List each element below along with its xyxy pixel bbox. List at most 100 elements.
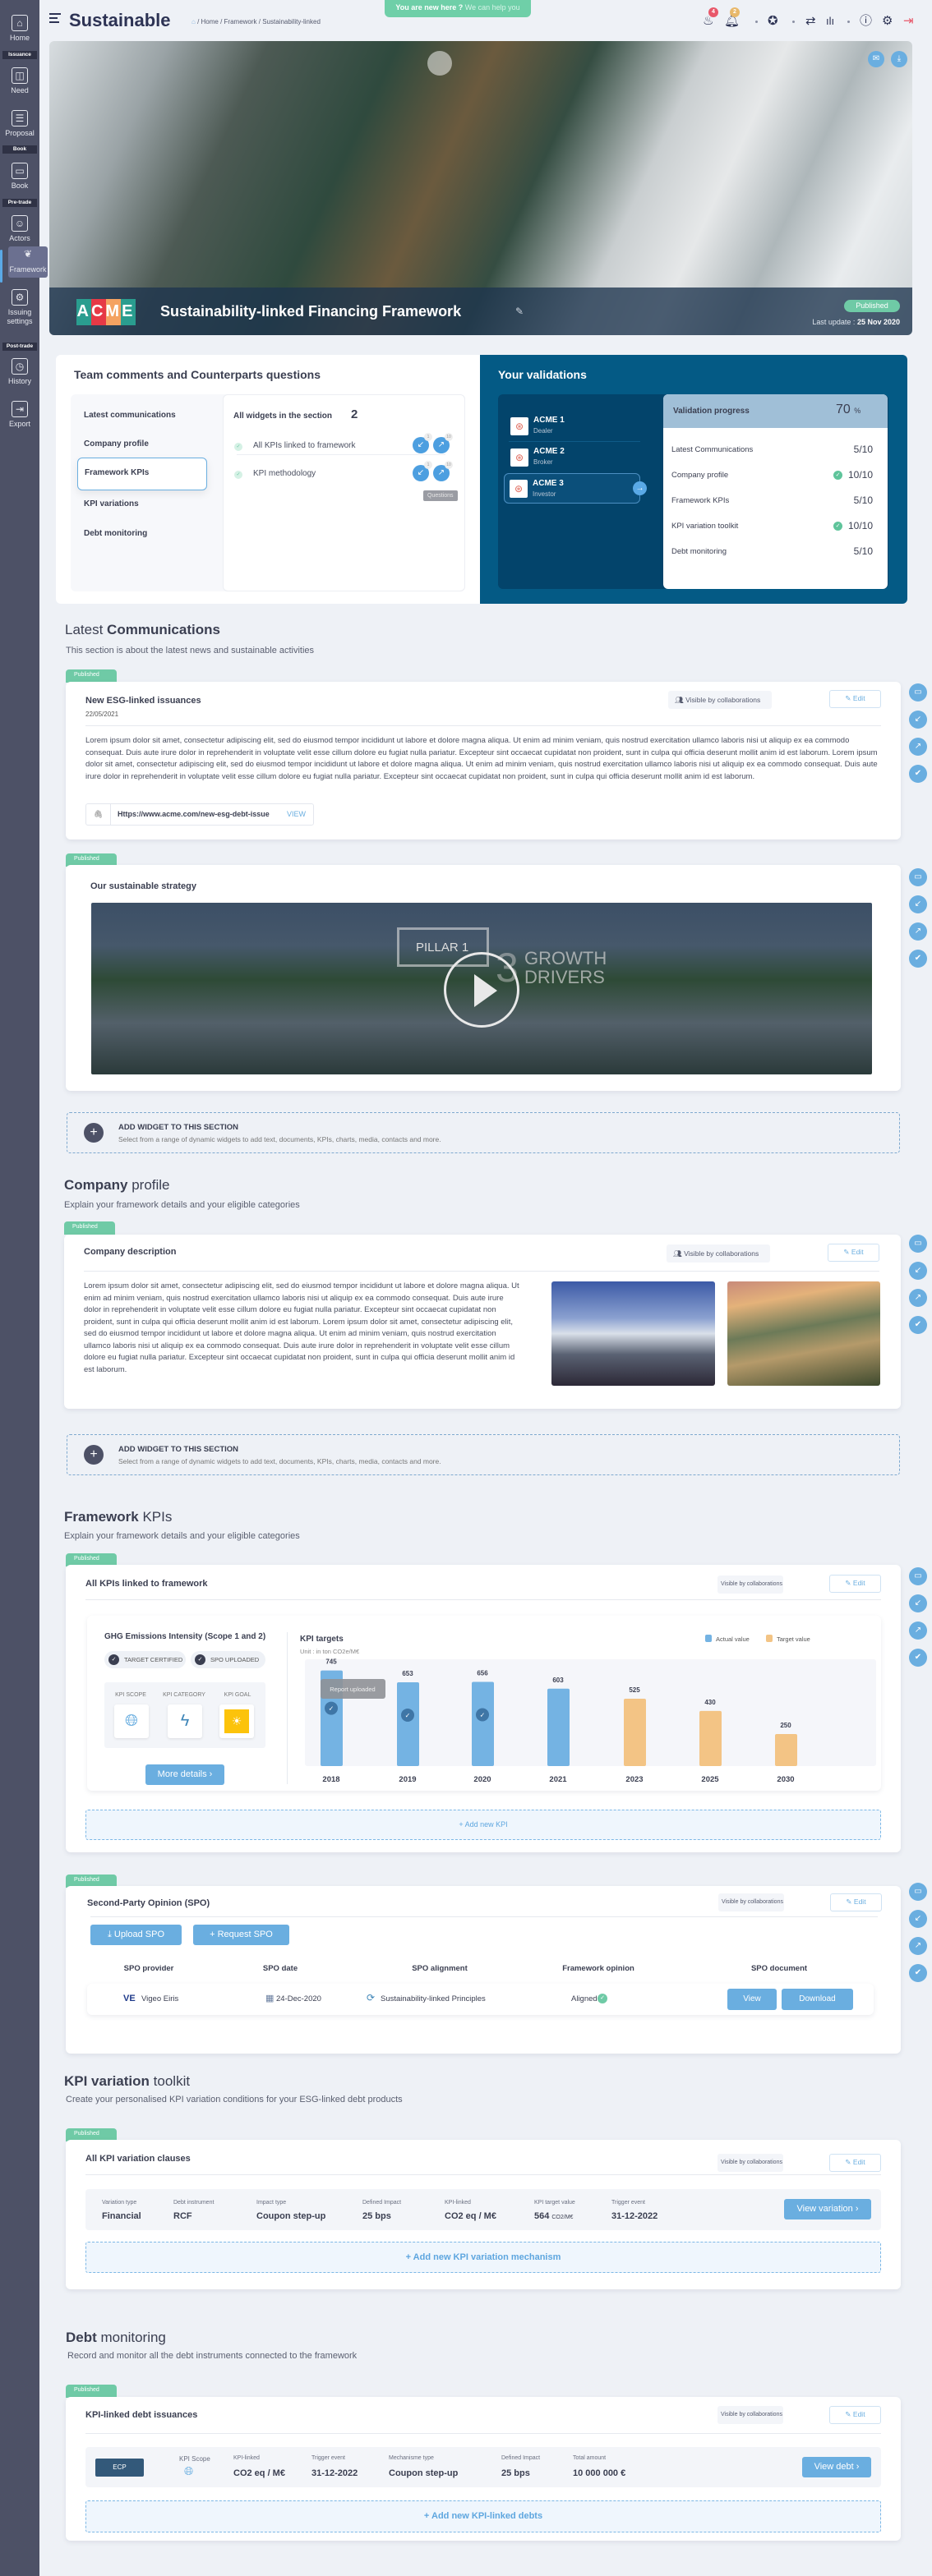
counterpart-acme-1[interactable]: ⊛ ACME 1 Dealer: [509, 414, 640, 442]
counterpart-acme-3[interactable]: ⊛ ACME 3 Investor →: [504, 473, 647, 504]
chart-subtitle: Unit : in ton CO2e/M€: [300, 1648, 360, 1655]
user-check-icon[interactable]: ✔: [909, 1649, 927, 1667]
edit-button[interactable]: ✎ Edit: [829, 1575, 881, 1593]
download-spo-button[interactable]: Download: [782, 1989, 853, 2010]
edit-button[interactable]: ✎ Edit: [829, 2406, 881, 2424]
comments-nav-kpi-variations[interactable]: KPI variations: [84, 499, 139, 508]
help-icon[interactable]: ⓘ: [860, 15, 872, 28]
question-out-icon[interactable]: ↗: [909, 1937, 927, 1955]
widget-icon[interactable]: ▭: [909, 1567, 927, 1585]
sidebar-item-framework[interactable]: ❦ Framework: [8, 246, 48, 274]
visibility-badge[interactable]: 👥︎ Visible by collaborations: [667, 1244, 770, 1263]
validation-row-value: 10/10: [847, 520, 873, 531]
edit-button[interactable]: ✎ Edit: [828, 1244, 879, 1262]
spo-row: VE Vigeo Eiris ▦ 24-Dec-2020 ⟳ Sustainab…: [87, 1984, 874, 2015]
widget-icon[interactable]: ▭: [909, 1235, 927, 1253]
download-icon[interactable]: ⤓: [891, 51, 907, 67]
widget-icon[interactable]: ▭: [909, 868, 927, 886]
link-url[interactable]: Https://www.acme.com/new-esg-debt-issue: [118, 804, 270, 825]
comment-in-icon[interactable]: ↙: [909, 1594, 927, 1612]
sidebar-item-issuing-settings[interactable]: ⚙ Issuing settings: [0, 289, 39, 326]
help-link[interactable]: We can help you: [465, 3, 520, 12]
user-check-icon[interactable]: ✔: [909, 1316, 927, 1334]
comments-nav-framework-kpis[interactable]: Framework KPIs: [77, 458, 207, 490]
counterpart-role: Dealer: [533, 427, 553, 435]
comments-nav-company-profile[interactable]: Company profile: [84, 439, 149, 448]
logout-icon[interactable]: ⇥: [903, 15, 914, 28]
counterpart-acme-2[interactable]: ⊛ ACME 2 Broker: [509, 445, 640, 470]
home-icon: ⌂: [12, 15, 28, 31]
visibility-badge[interactable]: Visible by collaborations: [717, 2406, 783, 2424]
view-variation-button[interactable]: View variation ›: [784, 2199, 871, 2220]
bar-2025: [699, 1710, 722, 1766]
arrow-right-icon[interactable]: →: [633, 481, 647, 495]
visibility-badge[interactable]: Visible by collaborations: [717, 1576, 783, 1594]
add-widget-title: ADD WIDGET TO THIS SECTION: [118, 1445, 239, 1454]
edit-button[interactable]: ✎ Edit: [830, 1893, 882, 1911]
user-check-icon[interactable]: ✔: [909, 950, 927, 968]
sidebar-item-label: Export: [8, 420, 30, 428]
comment-in-icon[interactable]: ↙: [909, 1262, 927, 1280]
help-banner[interactable]: You are new here ? We can help you: [385, 0, 531, 17]
view-spo-button[interactable]: View: [727, 1989, 777, 2010]
question-out-icon[interactable]: ↗: [909, 1289, 927, 1307]
widget-name[interactable]: KPI methodology: [253, 469, 316, 478]
add-debt-button[interactable]: + Add new KPI-linked debts: [85, 2500, 881, 2532]
question-out-icon[interactable]: ↗: [909, 922, 927, 941]
more-details-button[interactable]: More details ›: [145, 1764, 224, 1785]
add-widget-latest[interactable]: + ADD WIDGET TO THIS SECTION Select from…: [67, 1112, 900, 1153]
sidebar-item-proposal[interactable]: ☰ Proposal: [0, 110, 39, 138]
add-widget-company[interactable]: + ADD WIDGET TO THIS SECTION Select from…: [67, 1434, 900, 1475]
edit-button[interactable]: ✎ Edit: [829, 690, 881, 708]
widget-icon[interactable]: ▭: [909, 683, 927, 702]
video-player[interactable]: PILLAR 1 3 GROWTH DRIVERS: [91, 903, 872, 1074]
comment-in-icon[interactable]: ↙: [909, 895, 927, 913]
award-icon[interactable]: ✪: [768, 15, 778, 28]
sidebar-item-label: Need: [11, 86, 29, 94]
user-check-icon[interactable]: ✔: [909, 765, 927, 783]
comment-in-icon[interactable]: ↙: [909, 711, 927, 729]
kpi-category-label: KPI CATEGORY: [163, 1692, 205, 1698]
sidebar-item-export[interactable]: ⇥ Export: [0, 401, 39, 429]
link-attachment[interactable]: 🖇︎ Https://www.acme.com/new-esg-debt-iss…: [85, 803, 314, 826]
section-subtitle: Record and monitor all the debt instrume…: [67, 2351, 358, 2361]
comments-nav-latest-communications[interactable]: Latest communications: [84, 411, 176, 420]
sidebar-item-actors[interactable]: ☺ Actors: [0, 215, 39, 243]
play-icon[interactable]: [444, 952, 519, 1028]
view-link-button[interactable]: VIEW: [287, 804, 306, 825]
question-out-icon[interactable]: ↗: [909, 1622, 927, 1640]
view-debt-button[interactable]: View debt ›: [802, 2457, 871, 2477]
add-variation-button[interactable]: + Add new KPI variation mechanism: [85, 2242, 881, 2273]
user-check-icon[interactable]: ✔: [909, 1964, 927, 1982]
home-icon[interactable]: ⌂: [191, 18, 196, 25]
plus-icon: +: [84, 1445, 104, 1465]
comment-in-icon[interactable]: ↙: [909, 1910, 927, 1928]
upload-spo-button[interactable]: ⤓ Upload SPO: [90, 1925, 182, 1945]
transfer-icon[interactable]: ⇄: [805, 15, 816, 28]
visibility-badge[interactable]: Visible by collaborations: [717, 2154, 783, 2172]
field-value: 31-12-2022: [611, 2211, 657, 2221]
check-icon: ✓: [108, 1654, 119, 1665]
gear-icon[interactable]: ⚙: [882, 15, 893, 28]
breadcrumb-path[interactable]: / Home / Framework / Sustainability-link…: [197, 18, 321, 25]
edit-button[interactable]: ✎ Edit: [829, 2154, 881, 2172]
widget-icon[interactable]: ▭: [909, 1883, 927, 1901]
menu-icon[interactable]: [49, 13, 62, 23]
validation-row-label: Company profile: [671, 471, 729, 480]
comments-nav-debt-monitoring[interactable]: Debt monitoring: [84, 529, 147, 538]
sidebar-item-history[interactable]: ◷ History: [0, 358, 39, 386]
question-out-icon[interactable]: ↗: [909, 738, 927, 756]
sidebar-item-book[interactable]: ▭ Book: [0, 163, 39, 191]
section-subtitle: Explain your framework details and your …: [64, 1200, 300, 1210]
mail-icon[interactable]: ✉: [868, 51, 884, 67]
sidebar-item-need[interactable]: ◫ Need: [0, 67, 39, 95]
add-new-kpi-button[interactable]: + Add new KPI: [85, 1810, 881, 1840]
edit-title-icon[interactable]: ✎: [515, 306, 524, 317]
sidebar-item-home[interactable]: ⌂ Home: [0, 15, 39, 43]
company-card: Company description 👥︎ Visible by collab…: [64, 1235, 901, 1409]
visibility-badge[interactable]: 👥︎ Visible by collaborations: [668, 691, 772, 709]
bar-chart-icon[interactable]: ılı: [826, 15, 834, 28]
visibility-badge[interactable]: Visible by collaborations: [718, 1893, 784, 1911]
widget-name[interactable]: All KPIs linked to framework: [253, 441, 356, 450]
request-spo-button[interactable]: + Request SPO: [193, 1925, 289, 1945]
